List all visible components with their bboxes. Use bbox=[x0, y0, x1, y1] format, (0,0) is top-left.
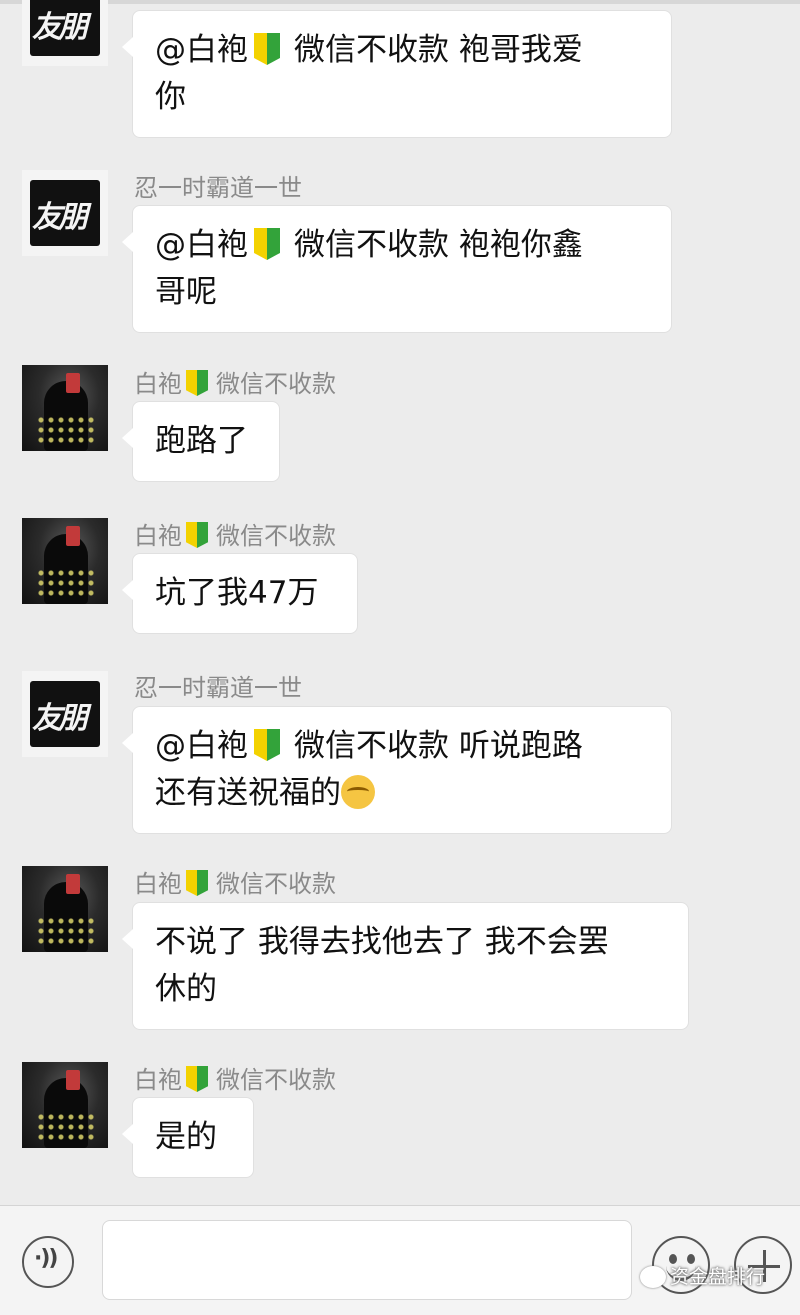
avatar-hooded-figure[interactable] bbox=[22, 365, 108, 451]
message-text: 微信不收款 袍哥我爱 bbox=[294, 32, 583, 68]
message-text: 不说了 我得去找他去了 我不会罢 bbox=[155, 924, 609, 960]
sender-suffix: 微信不收款 bbox=[216, 870, 336, 898]
sender-name-text: 白袍 bbox=[134, 522, 182, 550]
message-bubble[interactable]: 坑了我47万 bbox=[122, 553, 358, 634]
lights-pattern bbox=[36, 916, 96, 946]
message-text: 微信不收款 袍袍你鑫 bbox=[294, 227, 583, 263]
message-bubble[interactable]: 是的 bbox=[122, 1097, 254, 1178]
seal-logo-icon bbox=[30, 0, 100, 56]
mention[interactable]: @白袍 bbox=[155, 227, 248, 263]
message-text: 坑了我47万 bbox=[155, 575, 319, 611]
voice-icon[interactable] bbox=[22, 1236, 74, 1288]
watermark-text: 资金盘排行 bbox=[670, 1266, 766, 1288]
sender-name: 忍一时霸道一世 bbox=[134, 174, 302, 202]
sender-name: 白袍 微信不收款 bbox=[134, 364, 336, 399]
beginner-badge-icon bbox=[186, 870, 208, 896]
beginner-badge-icon bbox=[186, 522, 208, 548]
red-seal-icon bbox=[66, 526, 80, 546]
lights-pattern bbox=[36, 568, 96, 598]
message-text: 还有送祝福的 bbox=[155, 775, 341, 811]
wechat-icon bbox=[640, 1266, 666, 1288]
avatar-friend[interactable] bbox=[22, 170, 108, 256]
sender-suffix: 微信不收款 bbox=[216, 1066, 336, 1094]
chat-message-list[interactable]: @白袍微信不收款 袍哥我爱 你 忍一时霸道一世 @白袍微信不收款 袍袍你鑫 哥呢… bbox=[0, 0, 800, 1205]
message-text: 是的 bbox=[155, 1119, 217, 1155]
avatar-hooded-figure[interactable] bbox=[22, 518, 108, 604]
message-bubble[interactable]: 不说了 我得去找他去了 我不会罢 休的 bbox=[122, 902, 689, 1030]
message-text: 跑路了 bbox=[155, 423, 248, 459]
beginner-badge-icon bbox=[254, 729, 280, 761]
sender-name: 白袍 微信不收款 bbox=[134, 516, 336, 551]
message-bubble[interactable]: @白袍 微信不收款 袍哥我爱 你 bbox=[122, 10, 672, 138]
sender-name-text: 白袍 bbox=[134, 870, 182, 898]
message-bubble[interactable]: @白袍 微信不收款 听说跑路 还有送祝福的 bbox=[122, 706, 672, 834]
message-text: 休的 bbox=[155, 971, 217, 1007]
message-bubble[interactable]: @白袍 微信不收款 袍袍你鑫 哥呢 bbox=[122, 205, 672, 333]
red-seal-icon bbox=[66, 373, 80, 393]
sender-suffix: 微信不收款 bbox=[216, 370, 336, 398]
beginner-badge-icon bbox=[186, 1066, 208, 1092]
sender-name: 白袍 微信不收款 bbox=[134, 864, 336, 899]
message-text: 哥呢 bbox=[155, 274, 217, 310]
sender-name-text: 白袍 bbox=[134, 1066, 182, 1094]
message-text: 你 bbox=[155, 79, 186, 115]
message-bubble[interactable]: 跑路了 bbox=[122, 401, 280, 482]
mention[interactable]: @白袍 bbox=[155, 728, 248, 764]
sender-name: 忍一时霸道一世 bbox=[134, 674, 302, 702]
avatar-friend[interactable] bbox=[22, 671, 108, 757]
red-seal-icon bbox=[66, 1070, 80, 1090]
avatar-hooded-figure[interactable] bbox=[22, 1062, 108, 1148]
avatar-friend[interactable] bbox=[22, 0, 108, 66]
message-line: @白袍 微信不收款 听说跑路 bbox=[155, 723, 649, 770]
beginner-badge-icon bbox=[254, 33, 280, 65]
sender-name: 白袍 微信不收款 bbox=[134, 1060, 336, 1095]
sender-name-text: 白袍 bbox=[134, 370, 182, 398]
thinking-face-icon bbox=[341, 775, 375, 809]
lights-pattern bbox=[36, 415, 96, 445]
red-seal-icon bbox=[66, 874, 80, 894]
seal-logo-icon bbox=[30, 681, 100, 747]
lights-pattern bbox=[36, 1112, 96, 1142]
avatar-hooded-figure[interactable] bbox=[22, 866, 108, 952]
beginner-badge-icon bbox=[254, 228, 280, 260]
watermark: 资金盘排行 bbox=[640, 1262, 800, 1302]
message-line: 还有送祝福的 bbox=[155, 770, 649, 817]
beginner-badge-icon bbox=[186, 370, 208, 396]
message-text: 微信不收款 听说跑路 bbox=[294, 728, 583, 764]
seal-logo-icon bbox=[30, 180, 100, 246]
message-line: @白袍 微信不收款 袍袍你鑫 bbox=[155, 222, 649, 269]
message-input[interactable] bbox=[102, 1220, 632, 1300]
sender-suffix: 微信不收款 bbox=[216, 522, 336, 550]
message-line: @白袍 微信不收款 袍哥我爱 bbox=[155, 27, 649, 74]
mention[interactable]: @白袍 bbox=[155, 32, 248, 68]
